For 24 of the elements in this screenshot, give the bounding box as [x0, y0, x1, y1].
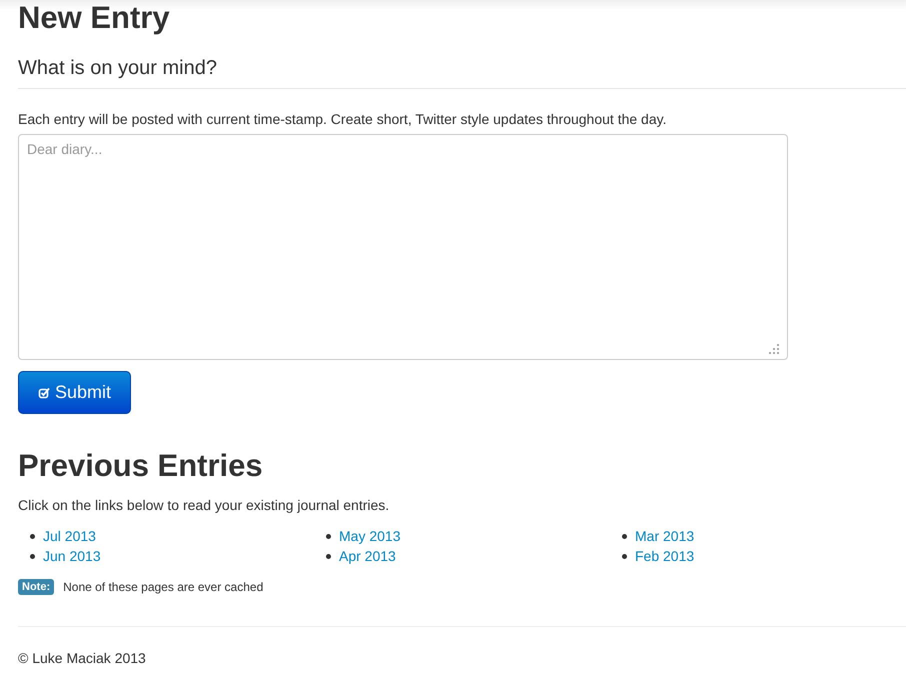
month-link[interactable]: May 2013: [339, 528, 400, 544]
entry-field[interactable]: Dear diary...: [18, 134, 788, 360]
page-title: New Entry: [18, 0, 171, 36]
intro-text: Click on the links below to read your existing journal entries.: [18, 496, 390, 514]
note-text: None of these pages are ever cached: [63, 580, 264, 594]
section-title: Previous Entries: [18, 448, 264, 484]
bullet-icon: [30, 554, 35, 558]
help-text: Each entry will be posted with current time-stamp. Create short, Twitter style updates throughout the day.: [18, 110, 668, 128]
bullet-icon: [622, 554, 627, 558]
month-link[interactable]: Jun 2013: [43, 548, 101, 564]
bullet-icon: [622, 534, 627, 538]
submit-button[interactable]: Submit: [18, 371, 131, 414]
month-link[interactable]: Jul 2013: [43, 528, 96, 544]
note-label: Note:: [18, 579, 54, 595]
copyright-text: © Luke Maciak 2013: [18, 650, 147, 666]
section-heading: What is on your mind?: [18, 56, 218, 81]
bullet-icon: [30, 534, 35, 538]
month-link[interactable]: Apr 2013: [339, 548, 396, 564]
resize-grip-icon: [769, 344, 780, 355]
month-link[interactable]: Mar 2013: [635, 528, 694, 544]
bullet-icon: [326, 534, 331, 538]
checkbox-tick-icon: [38, 386, 50, 398]
bullet-icon: [326, 554, 331, 558]
month-link[interactable]: Feb 2013: [635, 548, 694, 564]
